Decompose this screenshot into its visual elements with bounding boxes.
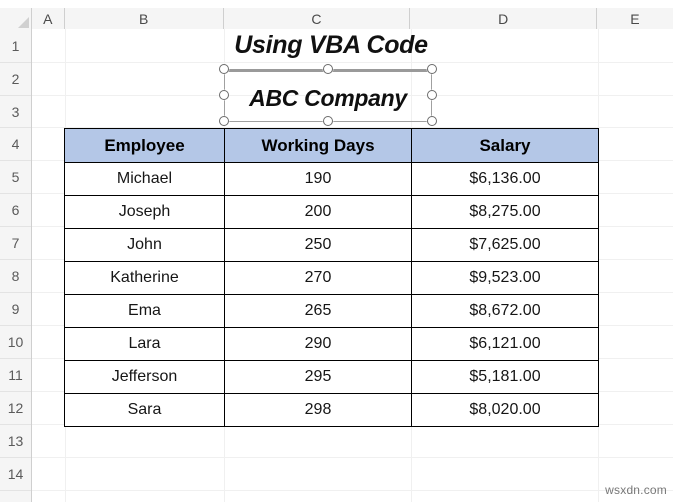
abc-company-textbox[interactable]: ABC Company — [219, 64, 437, 126]
column-header-c[interactable]: C — [223, 8, 411, 29]
row-header-strip: 1 2 3 4 5 6 7 8 9 10 11 12 13 14 — [0, 29, 32, 502]
row-header-9[interactable]: 9 — [0, 293, 31, 326]
resize-handle-top-right[interactable] — [427, 64, 437, 74]
cell-salary[interactable]: $8,672.00 — [411, 294, 599, 328]
select-all-corner[interactable] — [0, 8, 32, 29]
grid-row[interactable] — [32, 458, 673, 491]
column-header-employee: Employee — [64, 128, 225, 163]
column-header-e[interactable]: E — [597, 8, 673, 29]
cell-employee[interactable]: Katherine — [64, 261, 225, 295]
grid-row[interactable] — [32, 425, 673, 458]
column-header-salary: Salary — [411, 128, 599, 163]
table-row: Sara 298 $8,020.00 — [64, 393, 599, 427]
row-header-4[interactable]: 4 — [0, 128, 31, 161]
watermark: wsxdn.com — [605, 483, 667, 497]
resize-handle-middle-left[interactable] — [219, 90, 229, 100]
cell-salary[interactable]: $7,625.00 — [411, 228, 599, 262]
cell-employee[interactable]: Sara — [64, 393, 225, 427]
employee-salary-table: Employee Working Days Salary Michael 190 $… — [64, 128, 599, 427]
sheet-title: Using VBA Code — [234, 30, 428, 59]
cell-working-days[interactable]: 250 — [224, 228, 412, 262]
table-row: Katherine 270 $9,523.00 — [64, 261, 599, 295]
table-row: Lara 290 $6,121.00 — [64, 327, 599, 361]
column-header-d[interactable]: D — [410, 8, 598, 29]
table-row: Michael 190 $6,136.00 — [64, 162, 599, 196]
cell-salary[interactable]: $5,181.00 — [411, 360, 599, 394]
row-header-7[interactable]: 7 — [0, 227, 31, 260]
row-header-11[interactable]: 11 — [0, 359, 31, 392]
table-row: Joseph 200 $8,275.00 — [64, 195, 599, 229]
cell-working-days[interactable]: 265 — [224, 294, 412, 328]
cell-salary[interactable]: $6,136.00 — [411, 162, 599, 196]
resize-handle-middle-right[interactable] — [427, 90, 437, 100]
select-all-triangle-icon — [17, 17, 29, 28]
top-margin — [0, 0, 673, 8]
cell-employee[interactable]: Jefferson — [64, 360, 225, 394]
row-header-1[interactable]: 1 — [0, 29, 31, 63]
column-header-b[interactable]: B — [64, 8, 224, 29]
cell-working-days[interactable]: 298 — [224, 393, 412, 427]
cell-salary[interactable]: $9,523.00 — [411, 261, 599, 295]
table-header-row-group: Employee Working Days Salary — [64, 128, 599, 163]
cell-working-days[interactable]: 190 — [224, 162, 412, 196]
row-header-8[interactable]: 8 — [0, 260, 31, 293]
row-header-6[interactable]: 6 — [0, 194, 31, 227]
column-header-working-days: Working Days — [224, 128, 412, 163]
table-row: Ema 265 $8,672.00 — [64, 294, 599, 328]
column-header-a[interactable]: A — [31, 8, 65, 29]
textbox-label: ABC Company — [249, 85, 407, 111]
table-body: Michael 190 $6,136.00 Joseph 200 $8,275.00 Joh… — [64, 162, 599, 427]
row-header-3[interactable]: 3 — [0, 96, 31, 128]
column-header-strip: A B C D E — [0, 8, 673, 29]
cell-employee[interactable]: John — [64, 228, 225, 262]
table-row: John 250 $7,625.00 — [64, 228, 599, 262]
table-header-row: Employee Working Days Salary — [64, 128, 599, 163]
table-row: Jefferson 295 $5,181.00 — [64, 360, 599, 394]
resize-handle-bottom-right[interactable] — [427, 116, 437, 126]
cell-employee[interactable]: Joseph — [64, 195, 225, 229]
row-header-10[interactable]: 10 — [0, 326, 31, 359]
cell-working-days[interactable]: 295 — [224, 360, 412, 394]
row-header-14[interactable]: 14 — [0, 458, 31, 491]
row-header-13[interactable]: 13 — [0, 425, 31, 458]
resize-handle-bottom-left[interactable] — [219, 116, 229, 126]
resize-handle-bottom-center[interactable] — [323, 116, 333, 126]
cell-salary[interactable]: $8,275.00 — [411, 195, 599, 229]
cell-employee[interactable]: Lara — [64, 327, 225, 361]
row-header-12[interactable]: 12 — [0, 392, 31, 425]
resize-handle-top-center[interactable] — [323, 64, 333, 74]
cell-working-days[interactable]: 200 — [224, 195, 412, 229]
cell-salary[interactable]: $8,020.00 — [411, 393, 599, 427]
row-header-2[interactable]: 2 — [0, 63, 31, 96]
spreadsheet-app: A B C D E 1 2 3 4 5 6 7 8 9 10 11 12 13 14 Using VBA … — [0, 0, 673, 502]
cell-working-days[interactable]: 290 — [224, 327, 412, 361]
resize-handle-top-left[interactable] — [219, 64, 229, 74]
cell-employee[interactable]: Michael — [64, 162, 225, 196]
cell-employee[interactable]: Ema — [64, 294, 225, 328]
row-header-5[interactable]: 5 — [0, 161, 31, 194]
cell-salary[interactable]: $6,121.00 — [411, 327, 599, 361]
cell-working-days[interactable]: 270 — [224, 261, 412, 295]
